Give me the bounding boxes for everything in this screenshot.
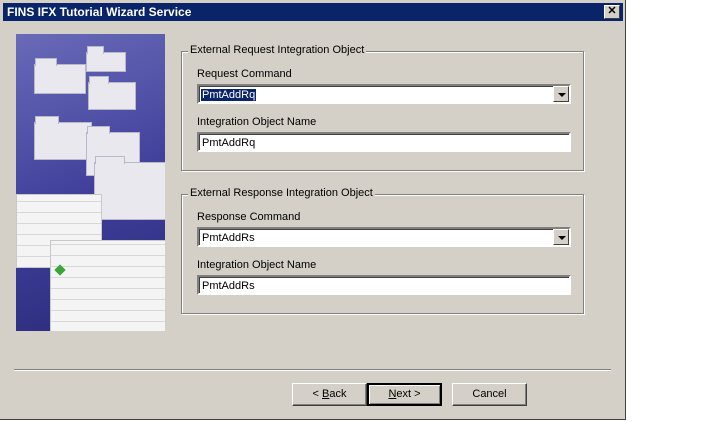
title-bar: FINS IFX Tutorial Wizard Service ✕ <box>3 3 623 21</box>
back-button[interactable]: < Back <box>292 383 367 406</box>
request-group: External Request Integration Object Requ… <box>181 44 584 171</box>
folder-shape <box>34 116 92 160</box>
request-io-name-label: Integration Object Name <box>197 116 317 128</box>
next-rest: ext > <box>396 388 421 400</box>
folder-shape <box>34 58 86 94</box>
request-command-select[interactable]: PmtAddRq <box>197 84 571 104</box>
response-command-label: Response Command <box>197 211 301 223</box>
cancel-button[interactable]: Cancel <box>452 383 527 406</box>
chevron-down-icon[interactable] <box>553 86 569 102</box>
close-button[interactable]: ✕ <box>604 5 620 19</box>
response-io-name-field[interactable]: PmtAddRs <box>197 275 571 295</box>
response-io-name-value: PmtAddRs <box>202 280 255 292</box>
spreadsheet-shape <box>50 240 165 331</box>
response-command-value: PmtAddRs <box>202 232 255 244</box>
close-icon: ✕ <box>607 5 617 17</box>
back-prefix: < <box>312 388 322 400</box>
window-title: FINS IFX Tutorial Wizard Service <box>7 5 192 19</box>
folder-shape <box>88 76 136 110</box>
request-io-name-field[interactable]: PmtAddRq <box>197 132 571 152</box>
wizard-dialog: FINS IFX Tutorial Wizard Service ✕ Exter… <box>0 0 626 420</box>
response-io-name-label: Integration Object Name <box>197 259 317 271</box>
chevron-down-icon[interactable] <box>553 229 569 245</box>
wizard-illustration <box>16 34 165 331</box>
footer-separator <box>14 369 611 371</box>
next-button[interactable]: Next > <box>367 383 442 406</box>
folder-shape <box>94 156 165 220</box>
response-group-title: External Response Integration Object <box>188 187 375 199</box>
request-group-title: External Request Integration Object <box>188 44 367 56</box>
request-command-label: Request Command <box>197 68 292 80</box>
back-rest: ack <box>329 388 347 400</box>
response-command-select[interactable]: PmtAddRs <box>197 227 571 247</box>
request-io-name-value: PmtAddRq <box>202 137 256 149</box>
cancel-label: Cancel <box>472 388 507 400</box>
response-group: External Response Integration Object Res… <box>181 187 584 314</box>
request-command-value: PmtAddRq <box>201 89 257 101</box>
folder-shape <box>86 46 126 72</box>
